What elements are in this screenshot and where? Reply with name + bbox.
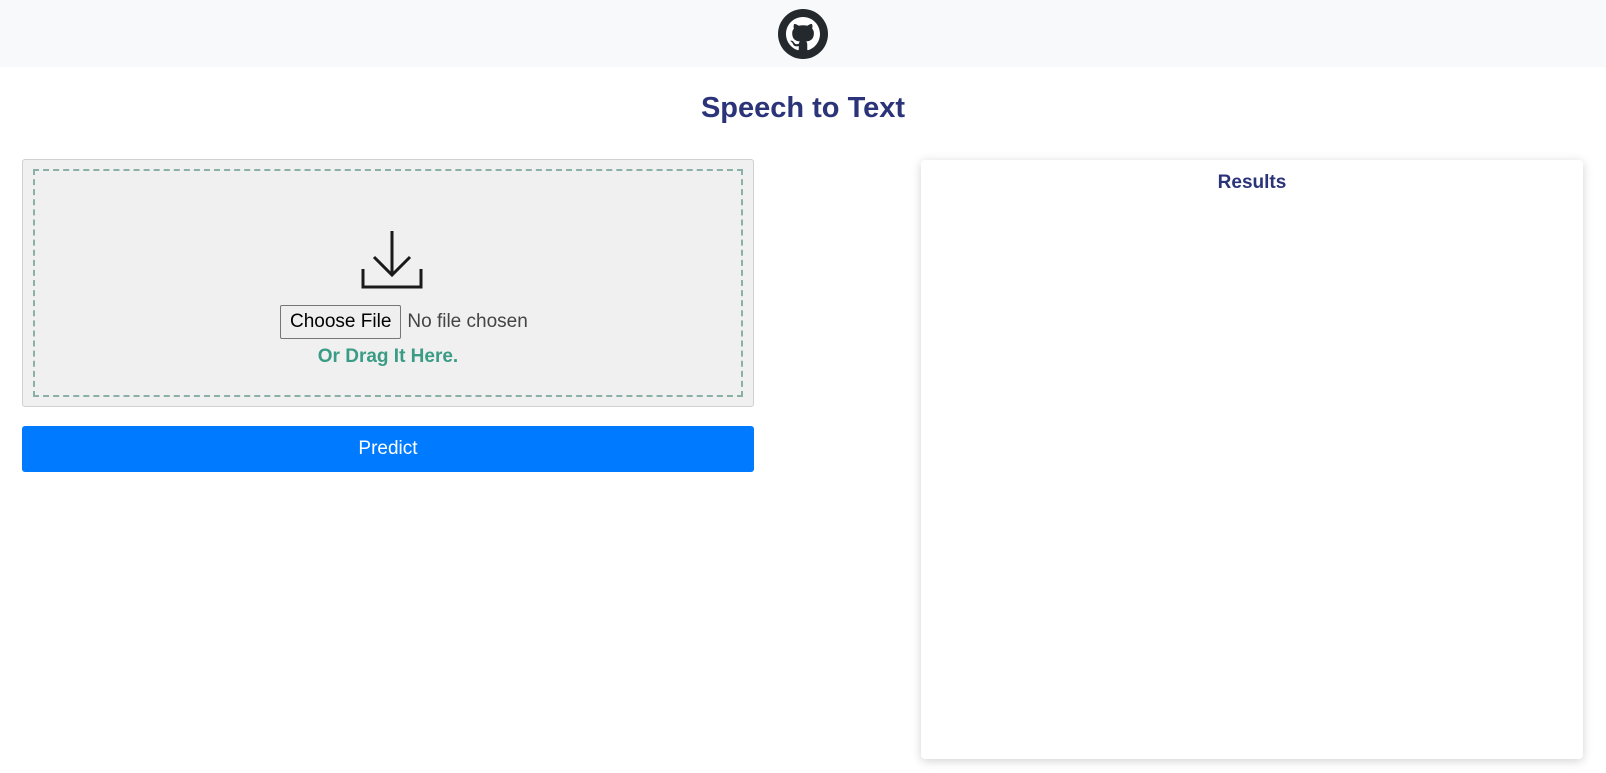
download-icon [361, 231, 423, 289]
dropzone-dashed-area[interactable]: Choose File No file chosen Or Drag It He… [33, 169, 743, 397]
file-input[interactable]: Choose File No file chosen [280, 305, 528, 339]
top-navbar [0, 0, 1606, 67]
predict-button[interactable]: Predict [22, 426, 754, 472]
file-dropzone[interactable]: Choose File No file chosen Or Drag It He… [22, 159, 754, 407]
page-title: Speech to Text [700, 92, 906, 124]
results-title: Results [1217, 172, 1287, 193]
github-icon[interactable] [778, 8, 828, 59]
file-status-text: No file chosen [407, 311, 528, 332]
results-panel: Results [921, 160, 1583, 759]
github-icon-glyph [786, 16, 820, 50]
choose-file-button[interactable]: Choose File [280, 305, 402, 339]
drag-hint-text: Or Drag It Here. [317, 346, 459, 367]
